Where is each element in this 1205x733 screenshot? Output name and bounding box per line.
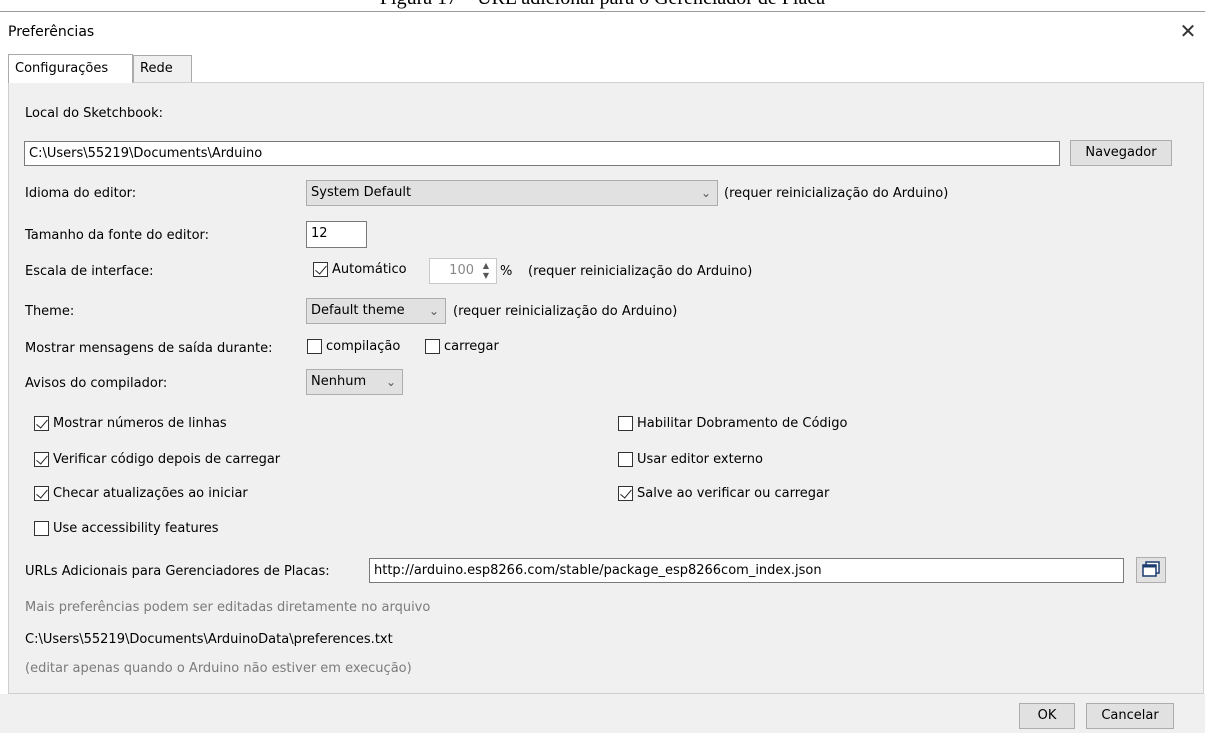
theme-label: Theme:	[25, 304, 75, 319]
browse-button[interactable]: Navegador	[1070, 140, 1172, 166]
theme-select-value: Default theme	[311, 303, 405, 318]
prefs-note: (editar apenas quando o Arduino não esti…	[25, 661, 412, 676]
checkbox-icon	[618, 416, 633, 431]
checkbox-icon	[313, 262, 328, 277]
option-label: Salve ao verificar ou carregar	[637, 486, 830, 501]
checkbox-icon	[425, 339, 440, 354]
checkbox-icon	[618, 486, 633, 501]
warnings-label: Avisos do compilador:	[25, 376, 168, 391]
language-label: Idioma do editor:	[25, 186, 137, 201]
font-size-input[interactable]: 12	[306, 221, 367, 248]
option-code-folding[interactable]: Habilitar Dobramento de Código	[618, 416, 847, 431]
figure-caption: Figura 17 – URL adicional para o Gerenci…	[0, 0, 1205, 10]
checkbox-icon	[618, 452, 633, 467]
option-line-numbers[interactable]: Mostrar números de linhas	[34, 416, 227, 431]
scale-note: (requer reinicialização do Arduino)	[528, 264, 753, 279]
tab-rede[interactable]: Rede	[133, 55, 192, 82]
chevron-down-icon: ⌄	[385, 375, 396, 389]
language-note: (requer reinicialização do Arduino)	[724, 186, 949, 201]
boards-url-input[interactable]: http://arduino.esp8266.com/stable/packag…	[369, 558, 1124, 583]
scale-spinner[interactable]: 100 ▲ ▼	[429, 258, 497, 284]
checkbox-icon	[34, 486, 49, 501]
scale-auto-label: Automático	[332, 262, 407, 277]
scale-auto-checkbox[interactable]: Automático	[313, 262, 407, 277]
warnings-select-value: Nenhum	[311, 374, 367, 389]
title-bar: Preferências ✕	[0, 12, 1205, 52]
language-select-value: System Default	[311, 185, 412, 200]
boards-url-editor-button[interactable]	[1136, 557, 1166, 583]
option-label: Checar atualizações ao iniciar	[53, 486, 248, 501]
language-select[interactable]: System Default ⌄	[306, 180, 718, 206]
option-label: Use accessibility features	[53, 521, 219, 536]
chevron-down-icon: ⌄	[428, 304, 439, 318]
option-save-on-verify[interactable]: Salve ao verificar ou carregar	[618, 486, 829, 501]
sketchbook-label: Local do Sketchbook:	[25, 106, 164, 121]
window-icon	[1142, 561, 1160, 577]
checkbox-icon	[34, 416, 49, 431]
cancel-button[interactable]: Cancelar	[1086, 703, 1174, 729]
warnings-select[interactable]: Nenhum ⌄	[306, 369, 403, 395]
verbose-label: Mostrar mensagens de saída durante:	[25, 341, 273, 356]
option-label: Mostrar números de linhas	[53, 416, 227, 431]
ok-button[interactable]: OK	[1019, 703, 1075, 729]
verbose-upload-checkbox[interactable]: carregar	[425, 339, 499, 354]
tab-configuracoes[interactable]: Configurações	[8, 54, 133, 83]
checkbox-icon	[34, 452, 49, 467]
option-label: Verificar código depois de carregar	[53, 452, 281, 467]
option-check-updates[interactable]: Checar atualizações ao iniciar	[34, 486, 248, 501]
verbose-compile-checkbox[interactable]: compilação	[307, 339, 400, 354]
prefs-path: C:\Users\55219\Documents\ArduinoData\pre…	[25, 632, 393, 647]
scale-value: 100	[449, 263, 474, 278]
option-external-editor[interactable]: Usar editor externo	[618, 452, 763, 467]
sketchbook-path-input[interactable]: C:\Users\55219\Documents\Arduino	[24, 141, 1060, 166]
verbose-upload-label: carregar	[444, 339, 499, 354]
spinner-arrows-icon[interactable]: ▲ ▼	[479, 261, 493, 281]
theme-note: (requer reinicialização do Arduino)	[453, 304, 678, 319]
chevron-down-icon: ⌄	[700, 186, 711, 200]
checkbox-icon	[34, 521, 49, 536]
verbose-compile-label: compilação	[326, 339, 401, 354]
checkbox-icon	[307, 339, 322, 354]
scale-label: Escala de interface:	[25, 264, 154, 279]
scale-unit: %	[500, 264, 513, 279]
option-label: Usar editor externo	[637, 452, 763, 467]
prefs-hint: Mais preferências podem ser editadas dir…	[25, 600, 431, 615]
option-accessibility[interactable]: Use accessibility features	[34, 521, 219, 536]
font-size-label: Tamanho da fonte do editor:	[25, 228, 210, 243]
theme-select[interactable]: Default theme ⌄	[306, 298, 446, 324]
close-icon[interactable]: ✕	[1177, 20, 1199, 42]
boards-url-label: URLs Adicionais para Gerenciadores de Pl…	[25, 564, 330, 579]
option-verify-upload[interactable]: Verificar código depois de carregar	[34, 452, 280, 467]
option-label: Habilitar Dobramento de Código	[637, 416, 848, 431]
window-title: Preferências	[8, 24, 95, 40]
